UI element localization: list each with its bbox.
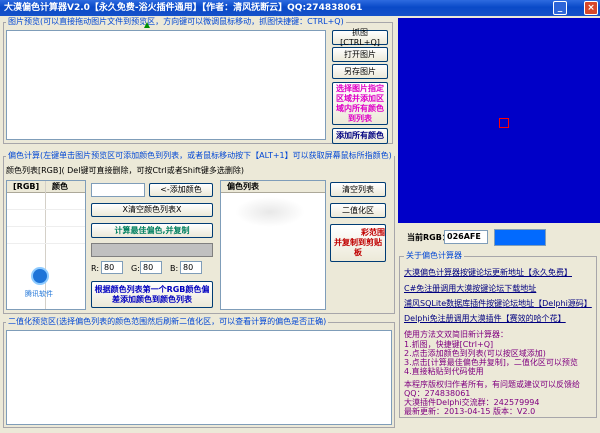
add-all-colors-button[interactable]: 添加所有颜色 (332, 128, 388, 144)
watermark-text: 腾讯软件 (25, 290, 53, 298)
about-label: 关于偏色计算器 (404, 251, 464, 261)
link-delphi[interactable]: Delphi免注册调用大漠插件【赛效的哈个花】 (404, 314, 566, 324)
color-input[interactable] (91, 183, 145, 197)
open-image-button[interactable]: 打开图片 (332, 47, 388, 62)
row-line (7, 243, 85, 244)
minimize-button[interactable]: _ (553, 1, 567, 15)
link-csharp[interactable]: C#免注册调用大漠按键论坛下载地址 (404, 284, 536, 294)
add-offset-range-button[interactable]: 彩范围 并复制到剪贴板 (330, 224, 386, 262)
select-region-colors-button[interactable]: 选择图片指定区域并添加区域内所有颜色到列表 (332, 82, 388, 125)
pixel-marker-box (499, 118, 509, 128)
add-color-button[interactable]: <-添加颜色 (149, 183, 213, 197)
usage-title: 使用方法文双简旧新计算器： (404, 330, 508, 339)
preview-label: 图片预览(可以直接拖动图片文件到预览区，方向键可以微调鼠标移动，抓图快捷键：CT… (6, 17, 346, 27)
color-list-hint: 颜色列表[RGB]( Del键可直接删除，可按Ctrl或者Shift键多选删除) (6, 166, 244, 175)
current-rgb-value[interactable]: 026AFE (444, 230, 488, 244)
title-bar: 大漠偏色计算器V2.0【永久免费-浴火插件通用】【作者：清风抚断云】QQ:274… (0, 0, 600, 16)
clear-color-list-button[interactable]: X清空颜色列表X (91, 203, 213, 217)
col-color-header: 颜色 (52, 182, 68, 191)
link-update[interactable]: 大漠偏色计算器按键论坛更新地址【永久免费】 (404, 268, 572, 278)
save-as-button[interactable]: 另存图片 (332, 64, 388, 79)
g-label: G: (131, 264, 140, 273)
add-offset-range-label: 彩范围 (361, 228, 385, 237)
col-rgb-header: [RGB] (13, 182, 40, 191)
offset-list[interactable]: 偏色列表 (220, 180, 326, 310)
offset-calc-label: 偏色计算(左键单击图片预览区可添加颜色到列表，或者鼠标移动按下【ALT+1】可以… (6, 151, 394, 161)
add-by-rgb-offset-button[interactable]: 根据颜色列表第一个RGB颜色偏差添加颜色到颜色列表 (91, 281, 213, 308)
color-preview-bar (91, 243, 213, 257)
image-preview-area[interactable] (6, 30, 326, 140)
calc-best-offset-button[interactable]: 计算最佳偏色,并复制 (91, 223, 213, 238)
app-window: 大漠偏色计算器V2.0【永久免费-浴火插件通用】【作者：清风抚断云】QQ:274… (0, 0, 600, 433)
copy-clipboard-label: 并复制到剪贴板 (334, 238, 382, 257)
close-button[interactable]: × (584, 1, 598, 15)
footer-line-4: 最新更新：2013-04-15 版本：V2.0 (404, 407, 536, 416)
clear-list-button[interactable]: 清空列表 (330, 182, 386, 197)
blurred-region (235, 197, 305, 227)
r-value-input[interactable]: 80 (101, 261, 123, 274)
cursor-marker-icon (144, 22, 150, 28)
row-line (7, 226, 85, 227)
r-label: R: (91, 264, 100, 273)
b-label: B: (170, 264, 179, 273)
window-title: 大漠偏色计算器V2.0【永久免费-浴火插件通用】【作者：清风抚断云】QQ:274… (4, 3, 363, 13)
current-color-swatch (494, 229, 546, 246)
usage-step-4: 4.直接粘贴到代码使用 (404, 367, 484, 376)
binarize-preview-area[interactable] (6, 330, 392, 425)
color-list-table[interactable]: [RGB] 颜色 腾讯软件 (6, 180, 86, 310)
link-sqlite[interactable]: 浦风SQLite数据库插件按键论坛地址【Delphi源码】 (404, 299, 592, 309)
binarize-label: 二值化预览区(选择偏色列表的颜色范围然后刷新二值化区，可以查看计算的偏色是否正确… (6, 317, 329, 327)
col-offset-list-header: 偏色列表 (227, 182, 259, 191)
binarize-button[interactable]: 二值化区 (330, 203, 386, 218)
capture-button[interactable]: 抓图[CTRL+Q] (332, 28, 388, 47)
g-value-input[interactable]: 80 (140, 261, 162, 274)
row-line (7, 209, 85, 210)
b-value-input[interactable]: 80 (180, 261, 202, 274)
tencent-logo-icon (31, 267, 49, 285)
